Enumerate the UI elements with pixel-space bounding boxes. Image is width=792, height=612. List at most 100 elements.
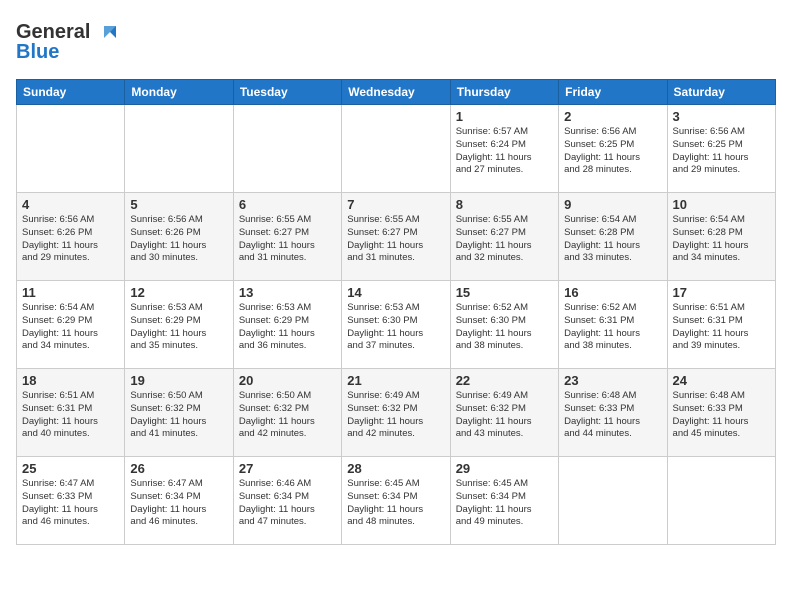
cell-info-text: Sunrise: 6:56 AM Sunset: 6:25 PM Dayligh… xyxy=(564,126,661,177)
calendar-cell: 13 Sunrise: 6:53 AM Sunset: 6:29 PM Dayli… xyxy=(233,281,341,369)
cell-info-text: Sunrise: 6:54 AM Sunset: 6:29 PM Dayligh… xyxy=(22,302,119,353)
calendar-cell: 16Sunrise: 6:52 AM Sunset: 6:31 PM Dayli… xyxy=(559,281,667,369)
calendar-header-row: SundayMondayTuesdayWednesdayThursdayFrid… xyxy=(17,80,776,105)
calendar-cell: 22Sunrise: 6:49 AM Sunset: 6:32 PM Dayli… xyxy=(450,369,558,457)
calendar-cell: 28Sunrise: 6:45 AM Sunset: 6:34 PM Dayli… xyxy=(342,457,450,545)
calendar-cell: 23 Sunrise: 6:48 AM Sunset: 6:33 PM Dayli… xyxy=(559,369,667,457)
calendar-cell: 11 Sunrise: 6:54 AM Sunset: 6:29 PM Dayli… xyxy=(17,281,125,369)
cell-info-text: Sunrise: 6:55 AM Sunset: 6:27 PM Dayligh… xyxy=(239,214,336,265)
cell-info-text: Sunrise: 6:47 AM Sunset: 6:33 PM Dayligh… xyxy=(22,478,119,529)
cell-info-text: Sunrise: 6:55 AM Sunset: 6:27 PM Dayligh… xyxy=(347,214,444,265)
cell-date-number: 7 xyxy=(347,197,444,212)
calendar-cell xyxy=(342,105,450,193)
calendar-cell xyxy=(17,105,125,193)
cell-date-number: 19 xyxy=(130,373,227,388)
cell-info-text: Sunrise: 6:50 AM Sunset: 6:32 PM Dayligh… xyxy=(130,390,227,441)
cell-date-number: 8 xyxy=(456,197,553,212)
cell-date-number: 26 xyxy=(130,461,227,476)
cell-date-number: 27 xyxy=(239,461,336,476)
calendar-cell: 17 Sunrise: 6:51 AM Sunset: 6:31 PM Dayli… xyxy=(667,281,775,369)
cell-date-number: 29 xyxy=(456,461,553,476)
calendar-cell: 5 Sunrise: 6:56 AM Sunset: 6:26 PM Daylig… xyxy=(125,193,233,281)
day-header-thursday: Thursday xyxy=(450,80,558,105)
calendar-cell: 20 Sunrise: 6:50 AM Sunset: 6:32 PM Dayli… xyxy=(233,369,341,457)
calendar-week-row: 25 Sunrise: 6:47 AM Sunset: 6:33 PM Dayli… xyxy=(17,457,776,545)
cell-date-number: 24 xyxy=(673,373,770,388)
cell-date-number: 18 xyxy=(22,373,119,388)
calendar-cell: 29 Sunrise: 6:45 AM Sunset: 6:34 PM Dayli… xyxy=(450,457,558,545)
day-header-tuesday: Tuesday xyxy=(233,80,341,105)
day-header-friday: Friday xyxy=(559,80,667,105)
day-header-wednesday: Wednesday xyxy=(342,80,450,105)
calendar-cell: 9 Sunrise: 6:54 AM Sunset: 6:28 PM Daylig… xyxy=(559,193,667,281)
cell-info-text: Sunrise: 6:45 AM Sunset: 6:34 PM Dayligh… xyxy=(456,478,553,529)
cell-date-number: 9 xyxy=(564,197,661,212)
calendar-cell: 18 Sunrise: 6:51 AM Sunset: 6:31 PM Dayli… xyxy=(17,369,125,457)
calendar-cell: 26 Sunrise: 6:47 AM Sunset: 6:34 PM Dayli… xyxy=(125,457,233,545)
cell-date-number: 11 xyxy=(22,285,119,300)
cell-info-text: Sunrise: 6:53 AM Sunset: 6:29 PM Dayligh… xyxy=(239,302,336,353)
calendar-cell: 8Sunrise: 6:55 AM Sunset: 6:27 PM Daylig… xyxy=(450,193,558,281)
calendar-cell: 6 Sunrise: 6:55 AM Sunset: 6:27 PM Daylig… xyxy=(233,193,341,281)
cell-date-number: 17 xyxy=(673,285,770,300)
cell-date-number: 1 xyxy=(456,109,553,124)
svg-text:Blue: Blue xyxy=(16,41,59,63)
cell-info-text: Sunrise: 6:49 AM Sunset: 6:32 PM Dayligh… xyxy=(347,390,444,441)
calendar-week-row: 11 Sunrise: 6:54 AM Sunset: 6:29 PM Dayli… xyxy=(17,281,776,369)
cell-date-number: 20 xyxy=(239,373,336,388)
calendar-cell: 24 Sunrise: 6:48 AM Sunset: 6:33 PM Dayli… xyxy=(667,369,775,457)
calendar-cell: 4 Sunrise: 6:56 AM Sunset: 6:26 PM Daylig… xyxy=(17,193,125,281)
calendar-cell: 1 Sunrise: 6:57 AM Sunset: 6:24 PM Daylig… xyxy=(450,105,558,193)
calendar-cell: 25 Sunrise: 6:47 AM Sunset: 6:33 PM Dayli… xyxy=(17,457,125,545)
cell-date-number: 12 xyxy=(130,285,227,300)
calendar-cell: 3Sunrise: 6:56 AM Sunset: 6:25 PM Daylig… xyxy=(667,105,775,193)
cell-info-text: Sunrise: 6:49 AM Sunset: 6:32 PM Dayligh… xyxy=(456,390,553,441)
cell-info-text: Sunrise: 6:54 AM Sunset: 6:28 PM Dayligh… xyxy=(673,214,770,265)
calendar-week-row: 18 Sunrise: 6:51 AM Sunset: 6:31 PM Dayli… xyxy=(17,369,776,457)
calendar-cell: 19 Sunrise: 6:50 AM Sunset: 6:32 PM Dayli… xyxy=(125,369,233,457)
calendar-cell: 21 Sunrise: 6:49 AM Sunset: 6:32 PM Dayli… xyxy=(342,369,450,457)
day-header-monday: Monday xyxy=(125,80,233,105)
cell-info-text: Sunrise: 6:51 AM Sunset: 6:31 PM Dayligh… xyxy=(22,390,119,441)
cell-date-number: 14 xyxy=(347,285,444,300)
calendar-table: SundayMondayTuesdayWednesdayThursdayFrid… xyxy=(16,79,776,545)
calendar-cell xyxy=(559,457,667,545)
cell-info-text: Sunrise: 6:57 AM Sunset: 6:24 PM Dayligh… xyxy=(456,126,553,177)
cell-info-text: Sunrise: 6:52 AM Sunset: 6:30 PM Dayligh… xyxy=(456,302,553,353)
cell-info-text: Sunrise: 6:50 AM Sunset: 6:32 PM Dayligh… xyxy=(239,390,336,441)
calendar-cell: 10 Sunrise: 6:54 AM Sunset: 6:28 PM Dayli… xyxy=(667,193,775,281)
logo-svg: General Blue xyxy=(16,16,126,64)
svg-text:General: General xyxy=(16,21,90,43)
cell-date-number: 13 xyxy=(239,285,336,300)
cell-date-number: 2 xyxy=(564,109,661,124)
cell-date-number: 6 xyxy=(239,197,336,212)
cell-date-number: 4 xyxy=(22,197,119,212)
header: General Blue xyxy=(16,16,776,69)
cell-info-text: Sunrise: 6:56 AM Sunset: 6:26 PM Dayligh… xyxy=(22,214,119,265)
day-header-sunday: Sunday xyxy=(17,80,125,105)
cell-info-text: Sunrise: 6:48 AM Sunset: 6:33 PM Dayligh… xyxy=(564,390,661,441)
cell-date-number: 25 xyxy=(22,461,119,476)
calendar-week-row: 1 Sunrise: 6:57 AM Sunset: 6:24 PM Daylig… xyxy=(17,105,776,193)
cell-info-text: Sunrise: 6:48 AM Sunset: 6:33 PM Dayligh… xyxy=(673,390,770,441)
cell-info-text: Sunrise: 6:53 AM Sunset: 6:30 PM Dayligh… xyxy=(347,302,444,353)
cell-date-number: 21 xyxy=(347,373,444,388)
cell-info-text: Sunrise: 6:51 AM Sunset: 6:31 PM Dayligh… xyxy=(673,302,770,353)
calendar-cell: 7 Sunrise: 6:55 AM Sunset: 6:27 PM Daylig… xyxy=(342,193,450,281)
calendar-cell: 27 Sunrise: 6:46 AM Sunset: 6:34 PM Dayli… xyxy=(233,457,341,545)
calendar-cell xyxy=(125,105,233,193)
calendar-body: 1 Sunrise: 6:57 AM Sunset: 6:24 PM Daylig… xyxy=(17,105,776,545)
calendar-cell: 12 Sunrise: 6:53 AM Sunset: 6:29 PM Dayli… xyxy=(125,281,233,369)
cell-info-text: Sunrise: 6:46 AM Sunset: 6:34 PM Dayligh… xyxy=(239,478,336,529)
cell-info-text: Sunrise: 6:53 AM Sunset: 6:29 PM Dayligh… xyxy=(130,302,227,353)
cell-date-number: 5 xyxy=(130,197,227,212)
cell-info-text: Sunrise: 6:47 AM Sunset: 6:34 PM Dayligh… xyxy=(130,478,227,529)
cell-date-number: 3 xyxy=(673,109,770,124)
calendar-cell xyxy=(667,457,775,545)
cell-date-number: 23 xyxy=(564,373,661,388)
calendar-cell: 14 Sunrise: 6:53 AM Sunset: 6:30 PM Dayli… xyxy=(342,281,450,369)
cell-date-number: 10 xyxy=(673,197,770,212)
cell-info-text: Sunrise: 6:54 AM Sunset: 6:28 PM Dayligh… xyxy=(564,214,661,265)
cell-date-number: 28 xyxy=(347,461,444,476)
cell-info-text: Sunrise: 6:56 AM Sunset: 6:26 PM Dayligh… xyxy=(130,214,227,265)
